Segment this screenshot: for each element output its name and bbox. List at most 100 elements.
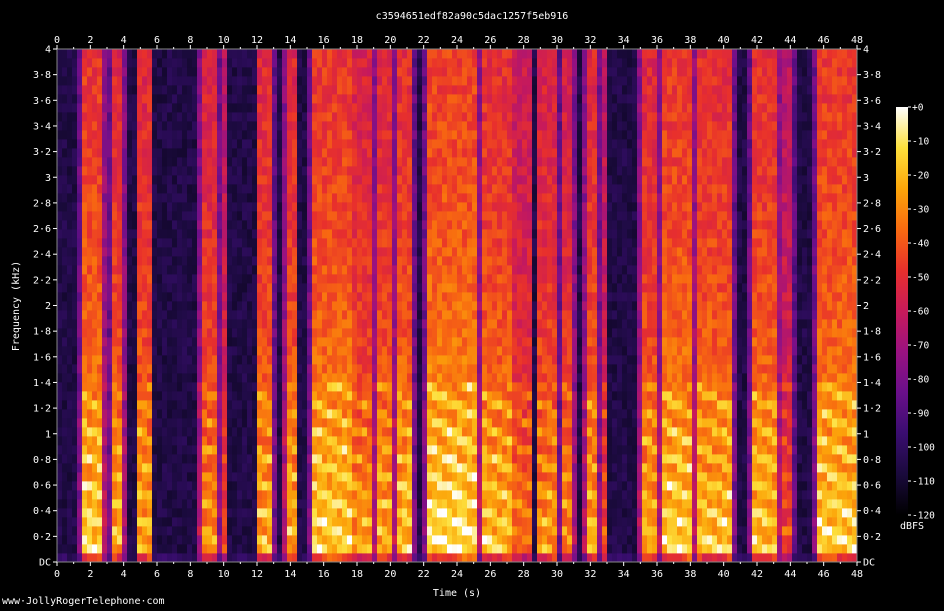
spectrogram-cell bbox=[332, 427, 338, 437]
spectrogram-cell bbox=[372, 535, 378, 545]
spectrogram-cell bbox=[167, 121, 173, 131]
spectrogram-cell bbox=[152, 364, 158, 374]
spectrogram-cell bbox=[372, 238, 378, 248]
spectrogram-cell bbox=[62, 400, 68, 410]
spectrogram-cell bbox=[62, 355, 68, 365]
spectrogram-cell bbox=[107, 553, 113, 563]
spectrogram-cell bbox=[412, 454, 418, 464]
spectrogram-cell bbox=[107, 202, 113, 212]
spectrogram-cell bbox=[302, 274, 308, 284]
spectrogram-cell bbox=[202, 256, 208, 266]
spectrogram-cell bbox=[122, 211, 128, 221]
spectrogram-cell bbox=[347, 157, 353, 167]
spectrogram-cell bbox=[152, 346, 158, 356]
spectrogram-cell bbox=[142, 418, 148, 428]
spectrogram-cell bbox=[417, 328, 423, 338]
spectrogram-cell bbox=[407, 463, 413, 473]
spectrogram-cell bbox=[327, 103, 333, 113]
spectrogram-cell bbox=[127, 472, 133, 482]
spectrogram-cell bbox=[387, 85, 393, 95]
spectrogram-cell bbox=[112, 229, 118, 239]
spectrogram-cell bbox=[237, 292, 243, 302]
spectrogram-cell bbox=[142, 517, 148, 527]
spectrogram-cell bbox=[457, 517, 463, 527]
spectrogram-cell bbox=[97, 238, 103, 248]
spectrogram-cell bbox=[132, 373, 138, 383]
spectrogram-cell bbox=[342, 382, 348, 392]
spectrogram-cell bbox=[257, 274, 263, 284]
spectrogram-cell bbox=[92, 463, 98, 473]
spectrogram-cell bbox=[442, 364, 448, 374]
spectrogram-cell bbox=[337, 445, 343, 455]
spectrogram-cell bbox=[242, 481, 248, 491]
spectrogram-cell bbox=[197, 76, 203, 86]
spectrogram-cell bbox=[387, 283, 393, 293]
spectrogram-cell bbox=[257, 148, 263, 158]
spectrogram-cell bbox=[442, 229, 448, 239]
spectrogram-cell bbox=[182, 454, 188, 464]
spectrogram-cell bbox=[487, 283, 493, 293]
spectrogram-cell bbox=[212, 427, 218, 437]
spectrogram-cell bbox=[177, 472, 183, 482]
spectrogram-cell bbox=[127, 499, 133, 509]
spectrogram-cell bbox=[222, 553, 228, 563]
spectrogram-cell bbox=[197, 382, 203, 392]
spectrogram-cell bbox=[162, 355, 168, 365]
spectrogram-cell bbox=[267, 49, 273, 59]
spectrogram-cell bbox=[212, 463, 218, 473]
spectrogram-cell bbox=[262, 220, 268, 230]
spectrogram-cell bbox=[82, 229, 88, 239]
spectrogram-cell bbox=[262, 112, 268, 122]
spectrogram-cell bbox=[437, 184, 443, 194]
spectrogram-cell bbox=[57, 94, 63, 104]
spectrogram-cell bbox=[132, 85, 138, 95]
spectrogram-cell bbox=[67, 373, 73, 383]
spectrogram-cell bbox=[202, 508, 208, 518]
spectrogram-cell bbox=[282, 373, 288, 383]
spectrogram-cell bbox=[387, 247, 393, 257]
spectrogram-cell bbox=[112, 202, 118, 212]
spectrogram-cell bbox=[462, 301, 468, 311]
spectrogram-cell bbox=[57, 256, 63, 266]
spectrogram-cell bbox=[282, 526, 288, 536]
spectrogram-cell bbox=[102, 472, 108, 482]
spectrogram-cell bbox=[427, 103, 433, 113]
spectrogram-cell bbox=[417, 184, 423, 194]
spectrogram-cell bbox=[122, 517, 128, 527]
spectrogram-cell bbox=[487, 103, 493, 113]
spectrogram-cell bbox=[102, 535, 108, 545]
spectrogram-cell bbox=[382, 265, 388, 275]
spectrogram-cell bbox=[242, 337, 248, 347]
spectrogram-cell bbox=[377, 436, 383, 446]
spectrogram-cell bbox=[72, 175, 78, 185]
spectrogram-cell bbox=[437, 427, 443, 437]
spectrogram-cell bbox=[262, 157, 268, 167]
spectrogram-cell bbox=[357, 202, 363, 212]
spectrogram-cell bbox=[467, 445, 473, 455]
spectrogram-cell bbox=[317, 103, 323, 113]
spectrogram-cell bbox=[232, 490, 238, 500]
spectrogram-cell bbox=[102, 499, 108, 509]
spectrogram-cell bbox=[342, 463, 348, 473]
spectrogram-cell bbox=[287, 409, 293, 419]
spectrogram-cell bbox=[62, 292, 68, 302]
spectrogram-cell bbox=[427, 211, 433, 221]
spectrogram-cell bbox=[272, 283, 278, 293]
spectrogram-cell bbox=[397, 166, 403, 176]
spectrogram-cell bbox=[147, 184, 153, 194]
spectrogram-cell bbox=[77, 85, 83, 95]
spectrogram-cell bbox=[367, 130, 373, 140]
spectrogram-cell bbox=[97, 265, 103, 275]
spectrogram-cell bbox=[142, 427, 148, 437]
spectrogram-cell bbox=[132, 418, 138, 428]
spectrogram-cell bbox=[447, 67, 453, 77]
spectrogram-cell bbox=[347, 391, 353, 401]
spectrogram-cell bbox=[467, 121, 473, 131]
spectrogram-cell bbox=[222, 166, 228, 176]
spectrogram-cell bbox=[482, 328, 488, 338]
spectrogram-cell bbox=[197, 211, 203, 221]
spectrogram-cell bbox=[312, 247, 318, 257]
spectrogram-cell bbox=[437, 355, 443, 365]
spectrogram-cell bbox=[207, 454, 213, 464]
spectrogram-cell bbox=[382, 292, 388, 302]
